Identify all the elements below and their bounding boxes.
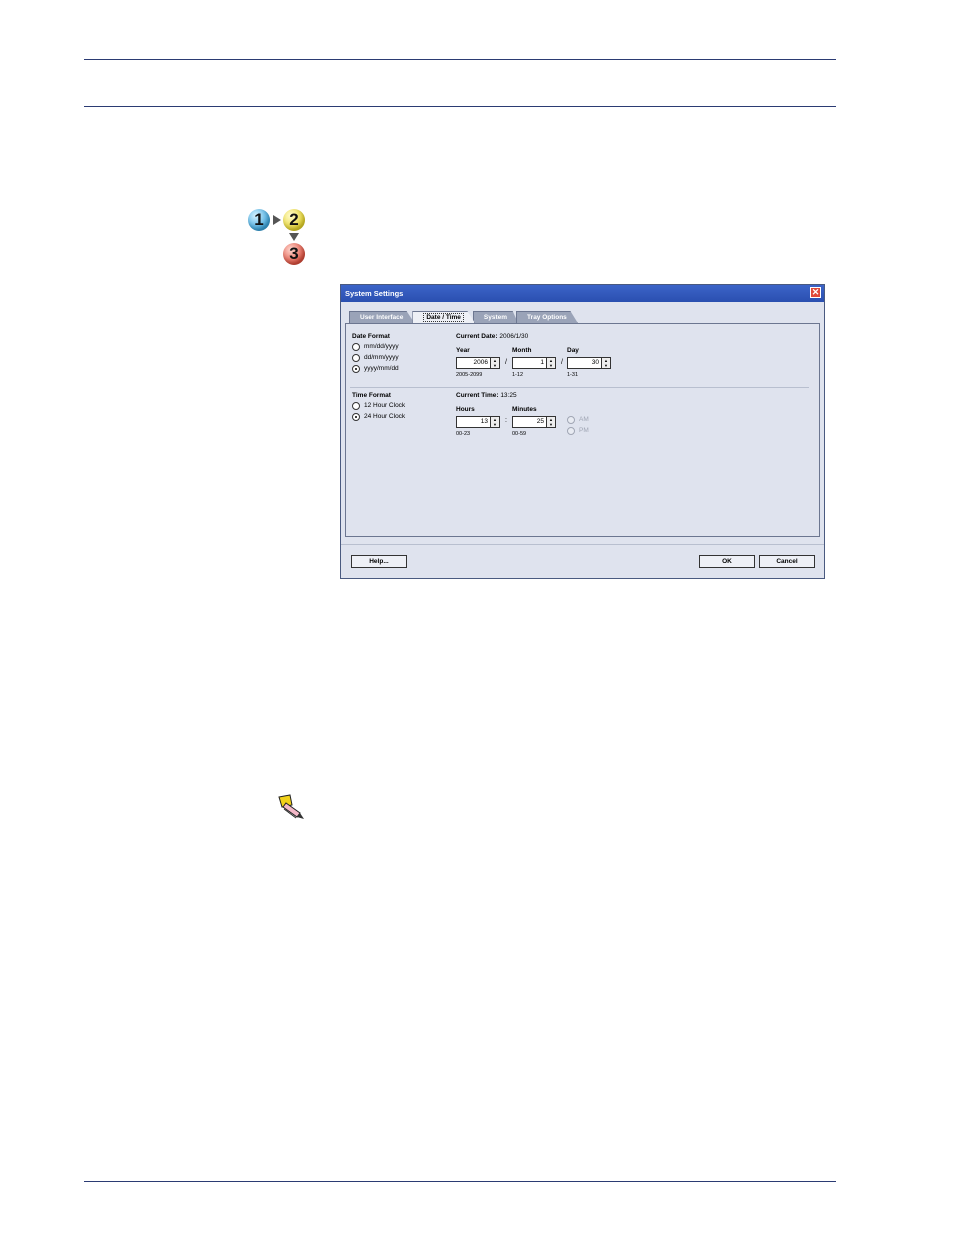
radio-label: PM: [579, 427, 589, 434]
radio-pm[interactable]: [567, 427, 575, 435]
tab-bar: User Interface Date / Time System Tray O…: [349, 311, 578, 323]
pencil-note-icon: [278, 794, 304, 819]
minutes-stepper[interactable]: 25 ▲ ▼: [512, 416, 556, 428]
year-value: 2006: [473, 359, 488, 366]
current-date-label: Current Date:: [456, 333, 498, 340]
radio-yyyy-mm-dd[interactable]: [352, 365, 360, 373]
radio-24-hour[interactable]: [352, 413, 360, 421]
radio-label: dd/mm/yyyy: [364, 354, 399, 361]
tab-label: Tray Options: [527, 314, 567, 321]
footer-rule: [84, 1181, 836, 1182]
radio-label: yyyy/mm/dd: [364, 365, 399, 372]
month-label: Month: [512, 347, 532, 354]
tab-user-interface[interactable]: User Interface: [349, 311, 415, 323]
spin-arrows-icon[interactable]: ▲ ▼: [546, 358, 555, 368]
minutes-range: 00-59: [512, 431, 527, 437]
step-one-icon: 1: [248, 209, 270, 231]
dialog-title: System Settings: [345, 289, 404, 298]
current-time-label: Current Time:: [456, 392, 499, 399]
month-stepper[interactable]: 1 ▲ ▼: [512, 357, 556, 369]
dialog-titlebar[interactable]: System Settings ✕: [341, 285, 824, 302]
tab-tray-options[interactable]: Tray Options: [516, 311, 578, 323]
tab-date-time[interactable]: Date / Time: [412, 311, 475, 323]
day-stepper[interactable]: 30 ▲ ▼: [567, 357, 611, 369]
step-two-icon: 2: [283, 209, 305, 231]
hours-stepper[interactable]: 13 ▲ ▼: [456, 416, 500, 428]
radio-dd-mm-yyyy[interactable]: [352, 354, 360, 362]
date-format-label: Date Format: [352, 333, 390, 340]
close-button[interactable]: ✕: [810, 287, 821, 298]
day-label: Day: [567, 347, 579, 354]
radio-label: mm/dd/yyyy: [364, 343, 399, 350]
radio-label: 24 Hour Clock: [364, 413, 406, 420]
step-three-icon: 3: [283, 243, 305, 265]
day-range: 1-31: [567, 372, 579, 378]
date-separator: /: [505, 359, 507, 366]
spin-arrows-icon[interactable]: ▲ ▼: [546, 417, 555, 427]
footer-divider: [341, 544, 824, 545]
current-time-value: 13:25: [500, 392, 517, 399]
tab-label: System: [483, 314, 508, 321]
header-rule-top: [84, 59, 836, 60]
date-time-panel: Date Format mm/dd/yyyy dd/mm/yyyy yyyy/m…: [345, 323, 820, 537]
hours-range: 00-23: [456, 431, 471, 437]
spin-arrows-icon[interactable]: ▲ ▼: [490, 358, 499, 368]
tab-label: User Interface: [360, 314, 404, 321]
arrow-right-icon: [273, 215, 281, 225]
ok-button[interactable]: OK: [699, 555, 755, 568]
time-separator: :: [505, 417, 507, 424]
tab-system[interactable]: System: [472, 311, 519, 323]
section-divider: [350, 387, 809, 388]
day-value: 30: [591, 359, 599, 366]
month-range: 1-12: [512, 372, 524, 378]
arrow-down-icon: [289, 233, 299, 241]
minutes-value: 25: [536, 418, 544, 425]
minutes-label: Minutes: [512, 406, 537, 413]
radio-label: AM: [579, 416, 589, 423]
hours-value: 13: [480, 418, 488, 425]
current-date-value: 2006/1/30: [499, 333, 529, 340]
steps-icon: 1 2 3: [246, 206, 308, 266]
radio-am[interactable]: [567, 416, 575, 424]
radio-mm-dd-yyyy[interactable]: [352, 343, 360, 351]
hours-label: Hours: [456, 406, 475, 413]
year-label: Year: [456, 347, 470, 354]
date-separator: /: [561, 359, 563, 366]
spin-arrows-icon[interactable]: ▲ ▼: [601, 358, 610, 368]
current-time: Current Time: 13:25: [456, 392, 517, 399]
radio-12-hour[interactable]: [352, 402, 360, 410]
tab-label: Date / Time: [423, 313, 464, 322]
spin-arrows-icon[interactable]: ▲ ▼: [490, 417, 499, 427]
time-format-label: Time Format: [352, 392, 391, 399]
year-range: 2005-2099: [456, 372, 483, 378]
radio-label: 12 Hour Clock: [364, 402, 406, 409]
cancel-button[interactable]: Cancel: [759, 555, 815, 568]
month-value: 1: [540, 359, 544, 366]
current-date: Current Date: 2006/1/30: [456, 333, 528, 340]
help-button[interactable]: Help...: [351, 555, 407, 568]
system-settings-dialog: System Settings ✕ User Interface Date / …: [340, 284, 825, 579]
header-rule-bottom: [84, 106, 836, 107]
year-stepper[interactable]: 2006 ▲ ▼: [456, 357, 500, 369]
